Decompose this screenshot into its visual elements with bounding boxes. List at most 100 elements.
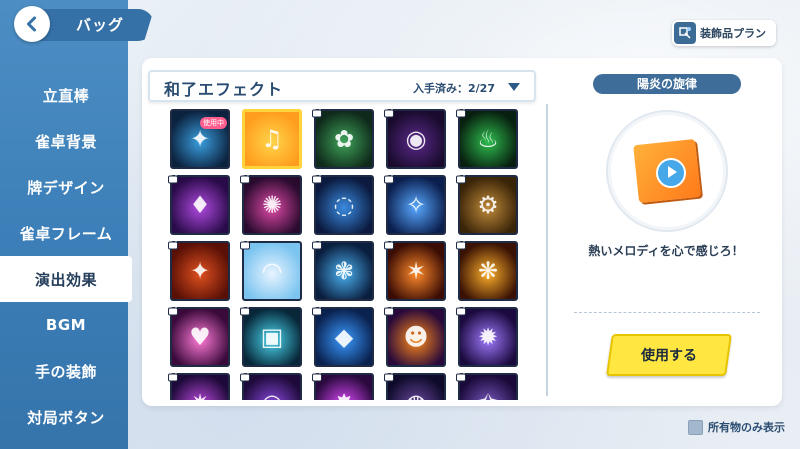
night-spark-icon: ✩ [460, 375, 516, 400]
effect-tile[interactable]: ⚙ [458, 175, 518, 235]
use-button-label: 使用する [641, 348, 697, 364]
effect-tile[interactable]: ✦ [170, 241, 230, 301]
owned-only-label: 所有物のみ表示 [708, 421, 785, 434]
pink-bloom-icon: ✺ [261, 191, 283, 219]
green-flame-icon: ♨ [477, 125, 499, 153]
blue-shard-icon: ✧ [405, 191, 427, 219]
blue-swirl-icon: ◌ [333, 191, 355, 219]
fire-blade-icon: ✶ [405, 257, 427, 285]
effect-tile[interactable]: ✿ [314, 109, 374, 169]
lock-icon [238, 169, 252, 184]
lock-icon [166, 367, 180, 382]
sidebar-item-hand-decoration[interactable]: 手の装飾 [0, 348, 132, 394]
lock-icon [166, 301, 180, 316]
cyan-cube-icon: ▣ [260, 323, 284, 351]
lock-icon [382, 104, 396, 118]
purple-orb-icon: ✹ [477, 323, 499, 351]
gear-icon: ⚙ [477, 191, 499, 219]
decoration-plan-button[interactable]: 装飾品プラン [672, 20, 776, 46]
rainbow-icon: ◠ [261, 257, 283, 285]
effect-description: 熱いメロディを心で感じろ！ [588, 244, 744, 258]
lock-icon [382, 235, 396, 250]
effect-tile[interactable]: ♥ [170, 307, 230, 367]
effect-list-title: 和了エフェクト [164, 80, 284, 99]
page-title: バッグ [76, 16, 125, 34]
divider [574, 312, 760, 313]
lock-icon [382, 169, 396, 184]
dark-orbs-icon: ◉ [405, 125, 427, 153]
effect-tile[interactable]: ♫ [242, 109, 302, 169]
owned-count: 入手済み：2/27 [413, 82, 495, 95]
lock-icon [310, 301, 324, 316]
effect-tile[interactable]: ❃ [314, 241, 374, 301]
owned-only-toggle[interactable]: 所有物のみ表示 [688, 419, 785, 435]
effect-tile[interactable]: ✦ 使用中 [170, 109, 230, 169]
effect-tile[interactable]: ◆ [314, 307, 374, 367]
purple-ray-icon: ✷ [172, 375, 228, 400]
sidebar-item-bgm[interactable]: BGM [0, 302, 132, 348]
effect-tile[interactable]: ✹ [458, 307, 518, 367]
lock-icon [310, 169, 324, 184]
effect-tile[interactable]: ✧ [386, 175, 446, 235]
sidebar-item-tile-design[interactable]: 牌デザイン [0, 164, 132, 210]
in-use-badge: 使用中 [200, 117, 227, 129]
lock-icon [454, 301, 468, 316]
chevron-left-icon [27, 16, 36, 32]
violet-ring-icon: ◎ [244, 375, 300, 400]
effect-tile[interactable]: ❋ [458, 241, 518, 301]
category-nav: 立直棒 雀卓背景 牌デザイン 雀卓フレーム 演出効果 BGM 手の装飾 対局ボタ… [0, 72, 132, 440]
lock-icon [166, 235, 180, 250]
lock-icon [454, 367, 468, 382]
lock-icon [166, 169, 180, 184]
sidebar-item-table-background[interactable]: 雀卓背景 [0, 118, 132, 164]
sidebar-item-table-frame[interactable]: 雀卓フレーム [0, 210, 132, 256]
owned-only-checkbox[interactable] [688, 419, 703, 435]
sidebar-item-riichi-stick[interactable]: 立直棒 [0, 72, 132, 118]
effect-name: 陽炎の旋律 [593, 74, 741, 94]
lock-icon [454, 235, 468, 250]
effect-tile[interactable]: ◌ [314, 175, 374, 235]
water-splash-icon: ❃ [333, 257, 355, 285]
purple-crystal-icon: ♦ [189, 191, 211, 219]
lock-icon [238, 301, 252, 316]
lock-icon [310, 367, 324, 382]
effect-tile[interactable]: ◉ [386, 109, 446, 169]
effect-tile[interactable]: ♦ [170, 175, 230, 235]
sidebar: バッグ 立直棒 雀卓背景 牌デザイン 雀卓フレーム 演出効果 BGM 手の装飾 … [0, 0, 154, 449]
effect-grid[interactable]: ✦使用中 ♫ ✿ ◉ ♨ ♦ ✺ ◌ ✧ ⚙ ✦ ◠ ❃ ✶ ❋ ♥ ▣ ◆ ☻ ✹ ✷ ◎ ✸ ◍ ✩ [150, 104, 530, 400]
dark-vortex-icon: ◍ [388, 375, 444, 400]
plan-icon [674, 22, 696, 44]
fire-phoenix-icon: ❋ [477, 257, 499, 285]
lock-icon [382, 367, 396, 382]
lock-icon [310, 104, 324, 118]
lock-icon [454, 104, 468, 118]
lock-icon [238, 367, 252, 382]
use-button[interactable]: 使用する [606, 334, 732, 376]
effect-tile[interactable]: ✺ [242, 175, 302, 235]
caret-down-icon [508, 83, 520, 91]
effect-tile[interactable]: ☻ [386, 307, 446, 367]
lock-icon [454, 169, 468, 184]
pumpkin-icon: ☻ [403, 323, 429, 351]
back-button[interactable] [14, 6, 50, 42]
kanji-banner-icon: ✦ [189, 257, 211, 285]
effect-tile[interactable]: ▣ [242, 307, 302, 367]
sidebar-item-effects[interactable]: 演出効果 [0, 256, 132, 302]
lock-icon [310, 235, 324, 250]
back-header: バッグ [6, 6, 154, 42]
scrollbar[interactable] [546, 104, 548, 396]
effect-tile[interactable]: ♨ [458, 109, 518, 169]
green-spirit-icon: ✿ [333, 125, 355, 153]
music-note-icon: ♫ [261, 125, 283, 153]
blue-box-icon: ◆ [334, 323, 354, 351]
magenta-flare-icon: ✸ [316, 375, 372, 400]
effect-tile[interactable]: ◠ [242, 241, 302, 301]
plan-button-label: 装飾品プラン [700, 27, 766, 40]
sidebar-item-match-buttons[interactable]: 対局ボタン [0, 394, 132, 440]
lock-icon [238, 235, 252, 250]
play-icon[interactable] [656, 158, 686, 188]
effect-tile[interactable]: ✶ [386, 241, 446, 301]
effect-type-dropdown[interactable]: 和了エフェクト 入手済み：2/27 [148, 70, 536, 102]
lock-icon [382, 301, 396, 316]
heart-icon: ♥ [189, 323, 211, 351]
